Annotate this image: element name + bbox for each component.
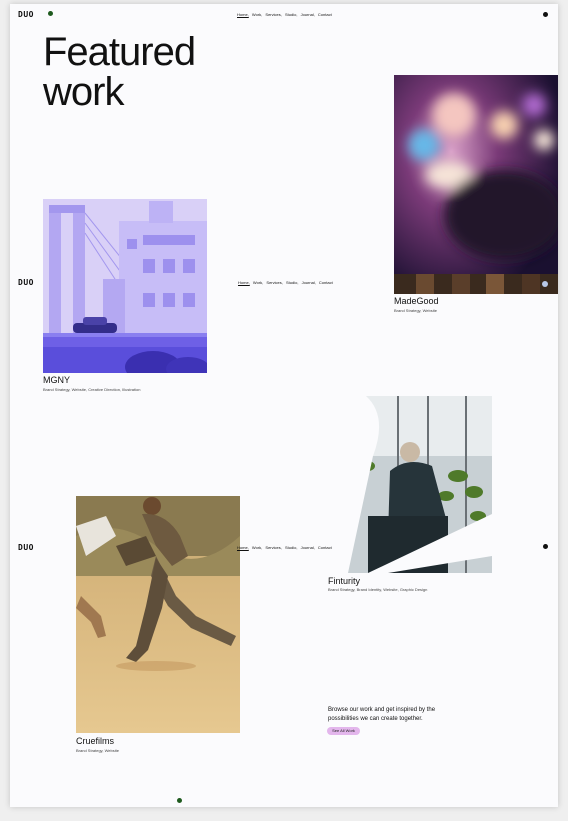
nav-journal[interactable]: Journal,: [301, 545, 315, 550]
finturity-subtitle: Brand Strategy, Brand Identity, Website,…: [328, 587, 428, 592]
footer-dot: [177, 798, 182, 803]
main-nav: Home, Work, Services, Studio, Journal, C…: [238, 280, 335, 285]
mgny-subtitle: Brand Strategy, Website, Creative Direct…: [43, 387, 141, 392]
madegood-title[interactable]: MadeGood: [394, 296, 439, 306]
cruefilms-title[interactable]: Cruefilms: [76, 736, 114, 746]
nav-services[interactable]: Services,: [265, 545, 281, 550]
page-title: Featured work: [43, 30, 196, 114]
nav-contact[interactable]: Contact: [319, 280, 333, 285]
cruefilms-image[interactable]: [76, 496, 240, 733]
logo[interactable]: DUO: [18, 10, 34, 19]
finturity-image[interactable]: [328, 396, 492, 573]
nav-contact[interactable]: Contact: [318, 12, 332, 17]
main-nav: Home, Work, Services, Studio, Journal, C…: [237, 545, 334, 550]
mgny-title[interactable]: MGNY: [43, 375, 70, 385]
nav-services[interactable]: Services,: [266, 280, 282, 285]
nav-work[interactable]: Work,: [252, 12, 262, 17]
menu-dot[interactable]: [543, 12, 548, 17]
browse-text: Browse our work and get inspired by the …: [328, 707, 436, 722]
page-title-line-2: work: [43, 70, 124, 114]
see-all-work-button[interactable]: See All Work: [327, 727, 360, 735]
nav-home[interactable]: Home,: [237, 545, 249, 550]
finturity-title[interactable]: Finturity: [328, 576, 360, 586]
nav-studio[interactable]: Studio,: [285, 12, 297, 17]
nav-home[interactable]: Home,: [238, 280, 250, 285]
nav-work[interactable]: Work,: [252, 545, 262, 550]
nav-journal[interactable]: Journal,: [301, 12, 315, 17]
nav-studio[interactable]: Studio,: [286, 280, 298, 285]
status-dot: [48, 11, 53, 16]
madegood-subtitle: Brand Strategy, Website: [394, 308, 437, 313]
mgny-image[interactable]: [43, 199, 207, 373]
madegood-image[interactable]: [394, 75, 558, 294]
main-nav: Home, Work, Services, Studio, Journal, C…: [237, 12, 334, 17]
logo[interactable]: DUO: [18, 543, 34, 552]
nav-journal[interactable]: Journal,: [302, 280, 316, 285]
cruefilms-subtitle: Brand Strategy, Website: [76, 748, 119, 753]
logo[interactable]: DUO: [18, 278, 34, 287]
page: DUO Home, Work, Services, Studio, Journa…: [10, 4, 558, 807]
menu-dot[interactable]: [543, 544, 548, 549]
nav-services[interactable]: Services,: [265, 12, 281, 17]
nav-work[interactable]: Work,: [253, 280, 263, 285]
nav-home[interactable]: Home,: [237, 12, 249, 17]
nav-contact[interactable]: Contact: [318, 545, 332, 550]
page-title-line-1: Featured: [43, 30, 196, 74]
nav-studio[interactable]: Studio,: [285, 545, 297, 550]
